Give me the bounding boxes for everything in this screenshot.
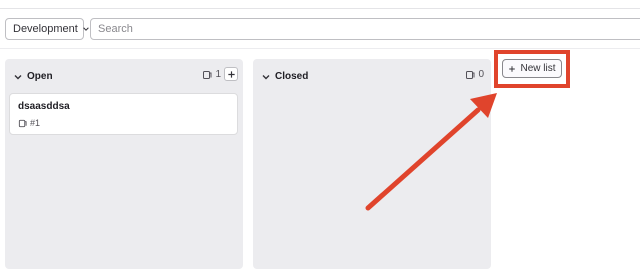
chevron-down-icon[interactable] <box>13 69 23 80</box>
board-scope-dropdown[interactable]: Development <box>5 18 89 40</box>
list-title: Closed <box>275 71 309 82</box>
issue-count: 0 <box>465 69 484 80</box>
dropdown-label: Development <box>13 23 78 35</box>
filter-bar: Development <box>0 13 640 45</box>
issue-card-title[interactable]: dsaasddsa <box>18 101 70 112</box>
issue-icon <box>18 119 27 127</box>
list-header: Closed 0 <box>253 59 491 93</box>
issue-card[interactable]: dsaasddsa #1 <box>9 93 238 135</box>
top-divider <box>0 8 640 9</box>
issue-icon <box>466 70 475 79</box>
board-list-open: Open 1 dsaasddsa #1 <box>5 59 243 269</box>
issue-count: 1 <box>202 69 221 80</box>
search-input[interactable] <box>90 18 640 40</box>
issue-card-meta: #1 <box>18 118 40 128</box>
chevron-down-icon[interactable] <box>261 69 271 80</box>
plus-icon <box>227 70 235 78</box>
plus-icon <box>509 65 516 72</box>
new-list-button[interactable]: New list <box>502 59 562 78</box>
filter-divider <box>0 48 640 49</box>
board-list-closed: Closed 0 <box>253 59 491 269</box>
list-title: Open <box>27 71 53 82</box>
new-list-label: New list <box>520 63 556 74</box>
issue-reference: #1 <box>30 118 41 128</box>
issue-count-value: 0 <box>478 69 484 80</box>
add-issue-button[interactable] <box>224 67 238 81</box>
chevron-down-icon <box>82 25 90 33</box>
list-header: Open 1 <box>5 59 243 93</box>
issue-icon <box>203 70 212 79</box>
issue-count-value: 1 <box>215 69 221 80</box>
